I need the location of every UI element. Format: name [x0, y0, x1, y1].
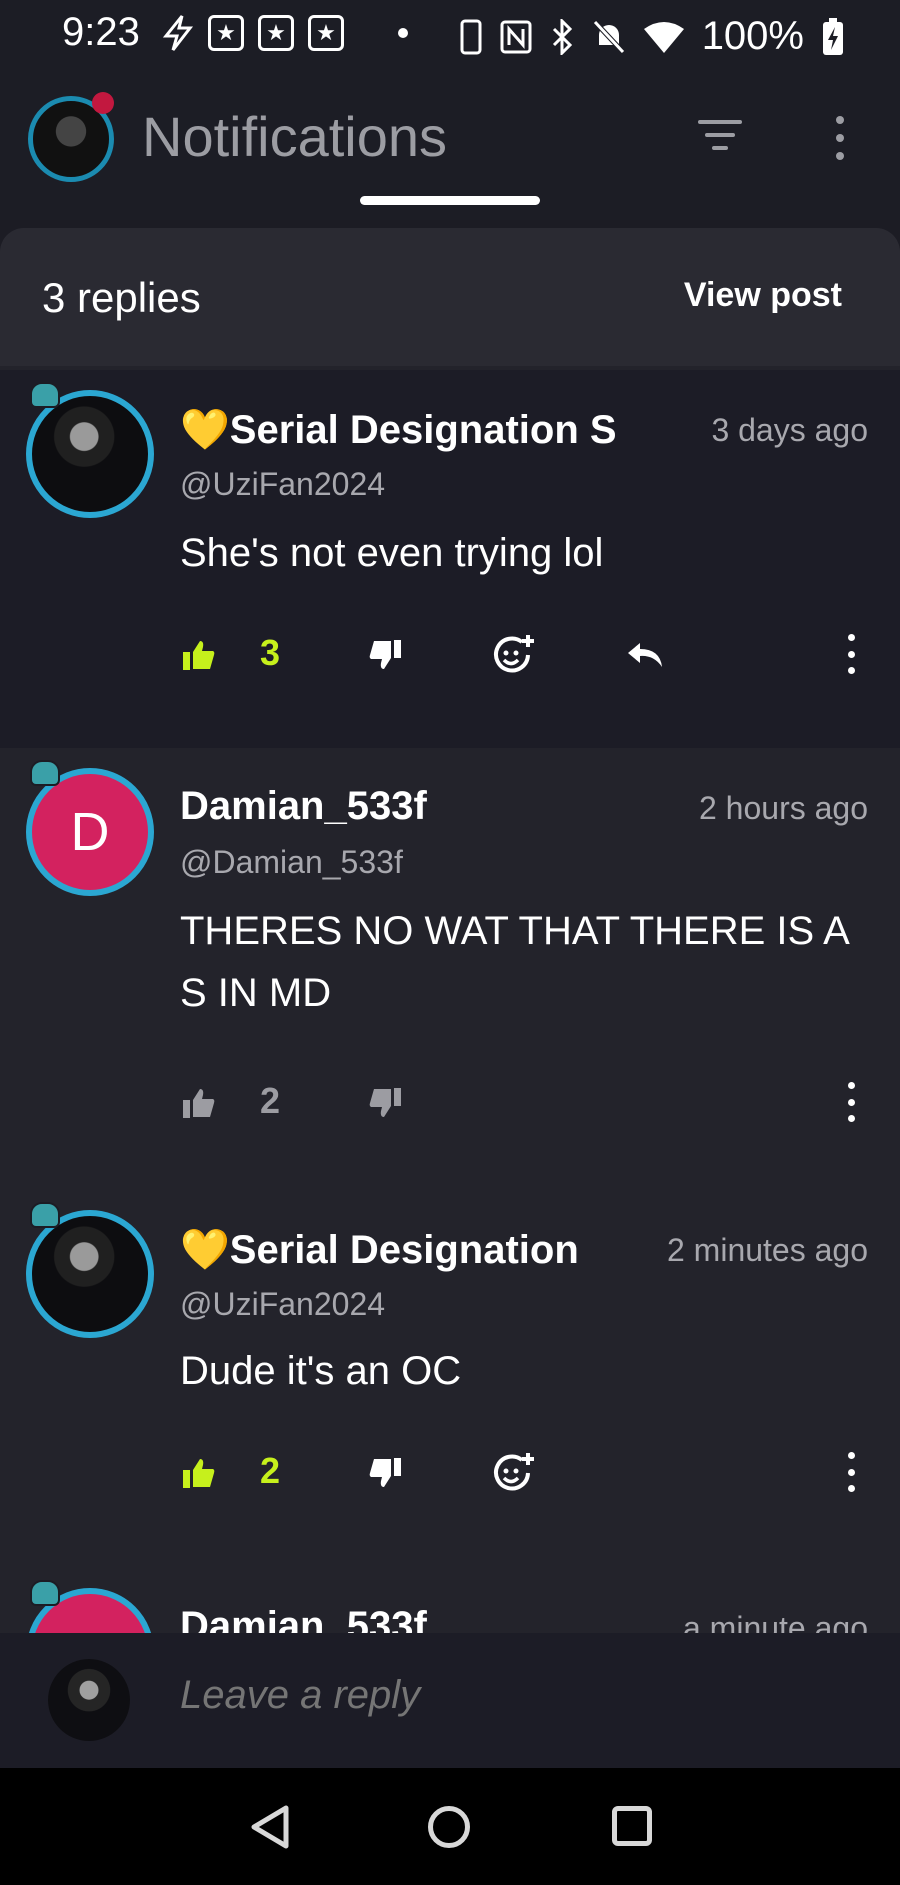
- phone-icon: [460, 19, 482, 54]
- like-count: 3: [260, 632, 281, 673]
- add-emoji-icon: [494, 1453, 534, 1491]
- comment-text: She's not even trying lol: [180, 531, 604, 575]
- comment-item: 💛Serial Designation S 3 days ago @UziFan…: [0, 370, 900, 748]
- comment-author[interactable]: 💛Serial Designation: [180, 1226, 610, 1273]
- sheet-drag-handle[interactable]: [360, 196, 540, 205]
- comment-handle: @Damian_533f: [180, 844, 403, 880]
- avatar-tag-icon: [30, 760, 60, 786]
- comment-author[interactable]: 💛Serial Designation S: [180, 406, 650, 453]
- thumbs-up-icon: [183, 1459, 215, 1488]
- dislike-button[interactable]: [368, 1078, 402, 1128]
- comment-item: 💛Serial Designation 2 minutes ago @UziFa…: [0, 1188, 900, 1568]
- avatar-tag-icon: [30, 382, 60, 408]
- like-button[interactable]: [182, 1078, 216, 1128]
- notification-badge: [92, 92, 114, 114]
- avatar-tag-icon: [30, 1202, 60, 1228]
- comment-handle: @UziFan2024: [180, 1286, 386, 1322]
- star-badge-icon: ★: [308, 15, 344, 51]
- comment-item: D Damian_533f 2 hours ago @Damian_533f T…: [0, 748, 900, 1188]
- like-count: 2: [260, 1450, 281, 1491]
- filter-icon[interactable]: [698, 120, 742, 156]
- battery-percent: 100%: [701, 14, 804, 58]
- comment-author[interactable]: Damian_533f: [180, 784, 620, 829]
- replies-sheet: 3 replies View post 💛Serial Designation …: [0, 228, 900, 1768]
- react-button[interactable]: [492, 630, 536, 680]
- recents-icon[interactable]: [612, 1806, 652, 1846]
- user-avatar[interactable]: [26, 1210, 154, 1338]
- back-icon[interactable]: [248, 1804, 292, 1850]
- comment-more-icon[interactable]: [845, 634, 857, 674]
- thumbs-up-icon: [183, 641, 215, 670]
- dislike-button[interactable]: [368, 1448, 402, 1498]
- comment-time: 2 minutes ago: [666, 1232, 868, 1268]
- thumbs-down-icon: [369, 1088, 401, 1117]
- comment-more-icon[interactable]: [845, 1452, 857, 1492]
- comment-actions: 2: [0, 1078, 900, 1128]
- status-time: 9:23: [62, 10, 140, 54]
- add-emoji-icon: [494, 635, 534, 673]
- reply-icon: [628, 643, 662, 667]
- mute-icon: [592, 19, 625, 54]
- avatar-letter: D: [70, 802, 110, 862]
- replies-count: 3 replies: [42, 274, 201, 321]
- comment-more-icon[interactable]: [845, 1082, 857, 1122]
- wifi-icon: [643, 21, 684, 53]
- home-icon[interactable]: [428, 1806, 470, 1848]
- avatar-tag-icon: [30, 1580, 60, 1606]
- sheet-header: 3 replies View post: [0, 228, 900, 366]
- status-notification-icons: ★ ★ ★: [162, 14, 408, 52]
- dot-icon: [398, 28, 408, 38]
- status-system-icons: 100%: [460, 14, 844, 59]
- like-button[interactable]: [182, 1448, 216, 1498]
- bolt-icon: [162, 15, 194, 51]
- star-badge-icon: ★: [208, 15, 244, 51]
- status-bar: 9:23 ★ ★ ★ 100%: [0, 0, 900, 70]
- more-options-icon[interactable]: [832, 116, 848, 160]
- comment-text: Dude it's an OC: [180, 1349, 462, 1393]
- reply-input[interactable]: [180, 1673, 830, 1718]
- view-post-button[interactable]: View post: [684, 276, 842, 315]
- thumbs-up-icon: [183, 1089, 215, 1118]
- react-button[interactable]: [492, 1448, 536, 1498]
- battery-charging-icon: [823, 17, 843, 55]
- current-user-avatar: [48, 1659, 130, 1741]
- comment-actions: 2: [0, 1448, 900, 1498]
- like-button[interactable]: [182, 630, 216, 680]
- dislike-button[interactable]: [368, 630, 402, 680]
- nfc-icon: [500, 20, 532, 53]
- reply-button[interactable]: [626, 630, 664, 680]
- reply-bar: [0, 1633, 900, 1768]
- user-avatar[interactable]: [26, 390, 154, 518]
- thumbs-down-icon: [369, 1458, 401, 1487]
- bluetooth-icon: [552, 18, 572, 55]
- thumbs-down-icon: [369, 640, 401, 669]
- page-title: Notifications: [142, 105, 448, 168]
- comment-text: THERES NO WAT THAT THERE IS A S IN MD: [180, 909, 848, 1015]
- like-count: 2: [260, 1080, 281, 1121]
- app-header: Notifications: [0, 70, 900, 220]
- star-badge-icon: ★: [258, 15, 294, 51]
- comment-handle: @UziFan2024: [180, 466, 386, 502]
- system-nav-bar: [0, 1768, 900, 1885]
- comment-actions: 3: [0, 630, 900, 680]
- comment-time: 3 days ago: [711, 412, 868, 448]
- user-avatar[interactable]: D: [26, 768, 154, 896]
- comment-time: 2 hours ago: [698, 790, 868, 826]
